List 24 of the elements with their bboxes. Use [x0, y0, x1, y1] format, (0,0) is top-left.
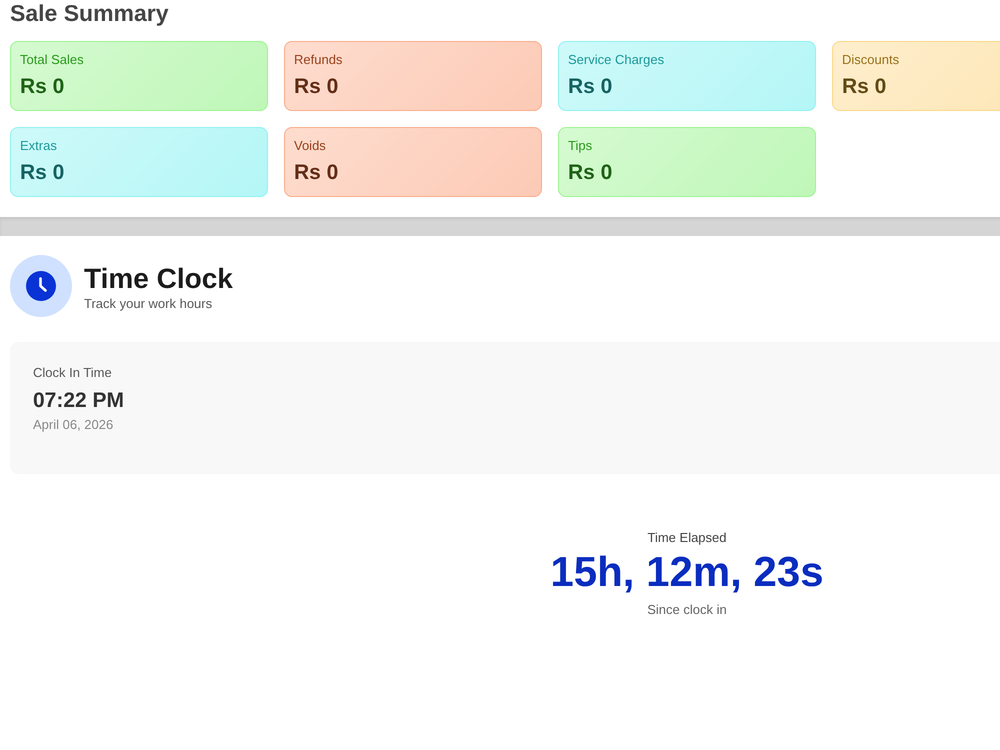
elapsed-note: Since clock in: [647, 602, 727, 618]
card-value: Rs 0: [568, 74, 612, 100]
clock-in-time: 07:22 PM: [33, 388, 124, 414]
card-label: Discounts: [842, 52, 900, 68]
card-label: Voids: [294, 138, 326, 154]
card-value: Rs 0: [294, 160, 338, 186]
card-label: Service Charges: [568, 52, 664, 68]
clock-subtitle: Track your work hours: [84, 296, 212, 312]
card-value: Rs 0: [842, 74, 886, 100]
card-value: Rs 0: [20, 74, 64, 100]
card-label: Extras: [20, 138, 57, 154]
section-title: Sale Summary: [10, 0, 169, 26]
clock-icon: [10, 255, 72, 317]
card-value: Rs 0: [294, 74, 338, 100]
card-value: Rs 0: [568, 160, 612, 186]
card-value: Rs 0: [20, 160, 64, 186]
clock-in-label: Clock In Time: [33, 365, 112, 381]
card-label: Total Sales: [20, 52, 84, 68]
elapsed-label: Time Elapsed: [648, 530, 726, 546]
card-label: Refunds: [294, 52, 342, 68]
elapsed-time: 15h, 12m, 23s: [550, 548, 824, 596]
clock-in-date: April 06, 2026: [33, 417, 114, 433]
clock-title: Time Clock: [84, 262, 233, 294]
card-label: Tips: [568, 138, 592, 154]
